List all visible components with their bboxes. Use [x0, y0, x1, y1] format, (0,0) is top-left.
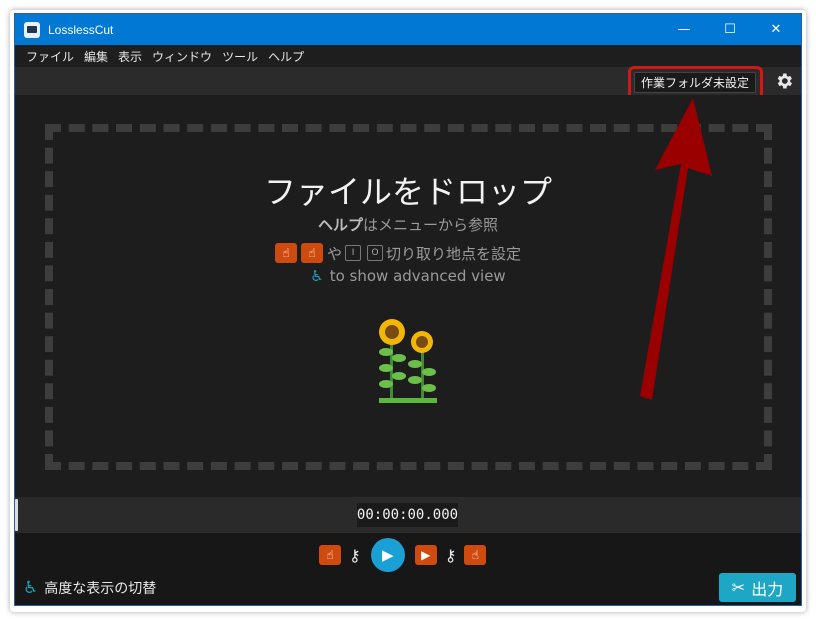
bottom-controls: ☝ ⚷ ▶ ▶ ⚷ ☝ ♿ 高度な表示の切替 ✂ 出力 [15, 533, 801, 605]
cut-end-icon: ☝ [301, 243, 323, 263]
cut-hint: ☝ ☝ や I O 切り取り地点を設定 [275, 241, 521, 265]
advanced-view-label: 高度な表示の切替 [44, 581, 157, 597]
titlebar[interactable]: LosslessCut — ☐ ✕ [15, 14, 801, 45]
play-segment-button[interactable]: ▶ [414, 545, 437, 565]
help-hint-bold: ヘルプ [317, 216, 363, 234]
minimize-button[interactable]: — [661, 14, 707, 45]
person-icon: ♿ [23, 578, 39, 598]
sunflower-illustration [379, 319, 437, 403]
playback-controls: ☝ ⚷ ▶ ▶ ⚷ ☝ [315, 538, 490, 572]
scissors-icon: ✂ [731, 578, 746, 597]
key-o: O [367, 245, 384, 261]
window-title: LosslessCut [48, 22, 114, 37]
set-cut-end-button[interactable]: ☝ [464, 545, 487, 565]
menu-view[interactable]: 表示 [113, 48, 147, 65]
help-hint: ヘルプはメニューから参照 [15, 214, 801, 235]
cut-hint-conj: や [327, 244, 343, 263]
maximize-button[interactable]: ☐ [707, 14, 753, 45]
menu-help[interactable]: ヘルプ [263, 48, 309, 65]
file-drop-zone[interactable]: ファイルをドロップ ヘルプはメニューから参照 ☝ ☝ や I O 切り取り地点を… [15, 95, 801, 497]
menu-tools[interactable]: ツール [217, 48, 263, 65]
jump-start-key-icon[interactable]: ⚷ [349, 546, 361, 565]
top-toolbar: 作業フォルダ未設定 [15, 66, 801, 101]
jump-end-key-icon[interactable]: ⚷ [445, 546, 457, 565]
advanced-view-toggle[interactable]: ♿ 高度な表示の切替 [23, 578, 156, 598]
menu-file[interactable]: ファイル [21, 48, 79, 65]
help-hint-text: はメニューから参照 [363, 216, 499, 234]
maximize-icon: ☐ [724, 22, 736, 37]
key-i: I [345, 245, 362, 261]
set-cut-start-button[interactable]: ☝ [319, 545, 341, 565]
app-icon [24, 21, 40, 38]
gear-icon[interactable] [774, 71, 794, 91]
timeline[interactable]: 00:00:00.000 [15, 497, 801, 533]
timecode-display[interactable]: 00:00:00.000 [357, 503, 458, 527]
menu-window[interactable]: ウィンドウ [147, 48, 217, 65]
advanced-hint-text: to show advanced view [329, 267, 506, 285]
menu-edit[interactable]: 編集 [79, 48, 113, 65]
advanced-hint: ♿ to show advanced view [15, 267, 801, 285]
export-button[interactable]: ✂ 出力 [719, 573, 796, 602]
minimize-icon: — [677, 22, 691, 37]
cut-hint-text: 切り取り地点を設定 [386, 244, 522, 263]
person-icon: ♿ [310, 267, 324, 285]
cut-start-icon: ☝ [275, 243, 297, 263]
export-label: 出力 [751, 579, 784, 599]
drop-title: ファイルをドロップ [263, 173, 552, 211]
play-button[interactable]: ▶ [370, 538, 405, 572]
playhead[interactable] [15, 499, 18, 531]
close-button[interactable]: ✕ [753, 14, 799, 45]
close-icon: ✕ [770, 22, 782, 37]
menu-bar: ファイル 編集 表示 ウィンドウ ツール ヘルプ [15, 45, 801, 67]
app-window: LosslessCut — ☐ ✕ ファイル 編集 表示 ウィンドウ ツール ヘ… [14, 13, 802, 606]
